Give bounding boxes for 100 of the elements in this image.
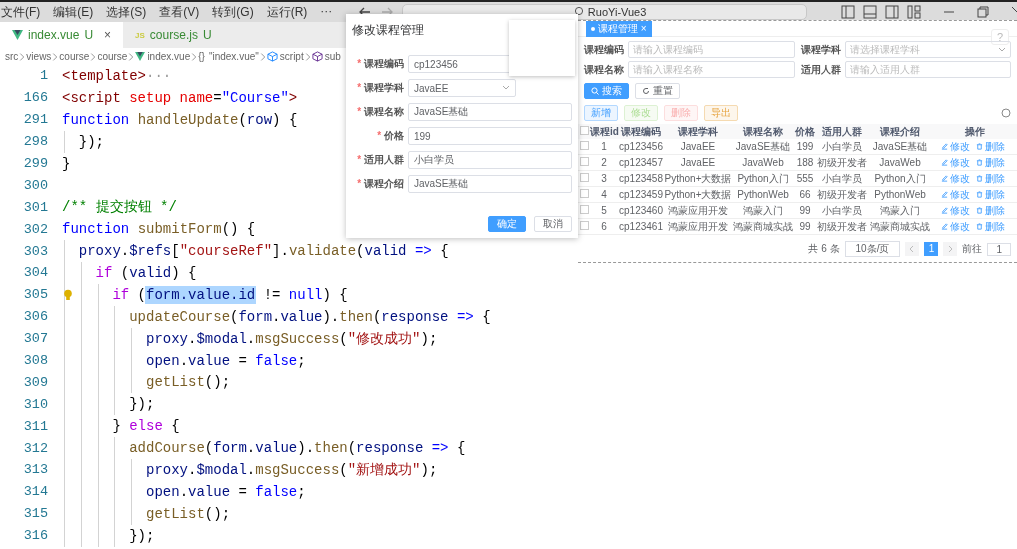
trash-icon: [975, 175, 983, 182]
cancel-button[interactable]: 取消: [534, 216, 572, 232]
trash-icon: [975, 223, 983, 230]
reset-button[interactable]: 重置: [635, 83, 680, 99]
code-line: <script setup name="Course">: [62, 89, 298, 106]
checkbox[interactable]: [579, 205, 589, 214]
menu-item[interactable]: 运行(R): [266, 3, 308, 21]
field-label: * 课程介绍: [356, 177, 404, 191]
checkbox[interactable]: [579, 141, 589, 150]
breadcrumb-item[interactable]: script: [266, 51, 304, 62]
line-number: 291: [22, 112, 48, 128]
table-cell: 鸿蒙应用开发: [664, 218, 732, 235]
code-line: getList();: [145, 374, 231, 391]
menu-item[interactable]: ···: [320, 3, 333, 21]
input-field[interactable]: JavaSE基础: [408, 103, 572, 121]
table-cell: 初级开发者: [816, 154, 868, 171]
table-cell: 鸿蒙入门: [732, 202, 794, 219]
menu-item[interactable]: 编辑(E): [53, 3, 94, 21]
dropdown-panel: [509, 20, 575, 76]
table-cell: JavaWeb: [732, 154, 794, 171]
input-field[interactable]: 199: [408, 127, 572, 145]
table-cell: 188: [794, 154, 816, 171]
table-cell: JavaSE基础: [868, 139, 932, 155]
breadcrumb-item[interactable]: {} "index.vue": [198, 51, 259, 62]
table-cell: Python入门: [868, 170, 932, 187]
checkbox[interactable]: [579, 189, 589, 198]
line-number: 313: [22, 462, 48, 478]
table-cell: cp123458: [618, 170, 664, 187]
table-cell: JavaEE: [664, 139, 732, 155]
table-cell: 555: [794, 170, 816, 187]
code-line: open.value = false;: [145, 483, 306, 500]
trash-icon: [975, 143, 983, 150]
table-cell: cp123459: [618, 186, 664, 203]
table-cell: 99: [794, 202, 816, 219]
breadcrumb-item[interactable]: sub: [311, 51, 341, 62]
table-cell: 1: [590, 139, 618, 155]
column-header: 课程id: [590, 124, 618, 139]
chevron-icon: [191, 51, 198, 62]
search-icon: [591, 87, 599, 95]
table-cell: 鸿蒙入门: [868, 202, 932, 219]
panel-layout-icon[interactable]: [863, 5, 877, 19]
sidebar-layout-icon[interactable]: [841, 5, 855, 19]
line-number: 307: [22, 331, 48, 347]
chevron-icon: [19, 51, 26, 62]
next-page-icon[interactable]: [943, 242, 958, 256]
table-cell: PythonWeb: [868, 186, 932, 203]
field-label: * 价格: [376, 129, 404, 143]
chevron-icon: [304, 51, 311, 62]
line-number: 314: [22, 484, 48, 500]
table-cell: 小白学员: [816, 139, 868, 155]
table-cell: JavaWeb: [868, 154, 932, 171]
page-size-select[interactable]: 10条/页: [844, 241, 901, 257]
table-cell: Python+大数据: [664, 170, 732, 187]
field-label: * 适用人群: [356, 153, 404, 167]
cube-icon: [266, 51, 278, 62]
maximize-icon[interactable]: [977, 6, 989, 18]
lightbulb-icon[interactable]: [63, 288, 73, 301]
menu-item[interactable]: 转到(G): [212, 3, 254, 21]
tab-close-button[interactable]: ×: [104, 28, 112, 42]
table-cell: 小白学员: [816, 202, 868, 219]
customize-layout-icon[interactable]: [907, 5, 921, 19]
menu-item[interactable]: 查看(V): [159, 3, 200, 21]
prev-page-icon[interactable]: [905, 242, 920, 256]
vue-file-icon: [135, 52, 146, 61]
breadcrumb-item[interactable]: src: [5, 51, 19, 62]
code-line: <template>···: [62, 67, 172, 84]
editor-tab[interactable]: index.vue U ×: [0, 22, 124, 48]
line-number: 301: [22, 199, 48, 215]
breadcrumb-item[interactable]: course: [97, 51, 128, 62]
checkbox[interactable]: [579, 221, 589, 230]
code-line: updateCourse(form.value).then(response => {: [128, 308, 491, 325]
select-field[interactable]: JavaEE: [408, 79, 516, 97]
code-line: proxy.$modal.msgSuccess("新增成功");: [145, 460, 438, 479]
checkbox[interactable]: [579, 173, 589, 182]
input-field[interactable]: JavaSE基础: [408, 175, 572, 193]
line-number: 308: [22, 353, 48, 368]
menu-item[interactable]: 文件(F): [1, 3, 41, 21]
trash-icon: [975, 207, 983, 214]
menu-item[interactable]: 选择(S): [106, 3, 147, 21]
table-cell: JavaSE基础: [732, 139, 794, 155]
breadcrumb-item[interactable]: views: [26, 51, 52, 62]
code-line: open.value = false;: [145, 352, 306, 369]
table-cell: 初级开发者: [816, 186, 868, 203]
code-line: }: [62, 155, 71, 172]
secondary-sidebar-icon[interactable]: [885, 5, 899, 19]
checkbox[interactable]: [579, 157, 589, 166]
table-cell: 2: [590, 154, 618, 171]
checkbox[interactable]: [579, 126, 589, 135]
table-cell: 3: [590, 170, 618, 187]
breadcrumb-item[interactable]: course: [59, 51, 90, 62]
goto-page-field[interactable]: 1: [987, 242, 1011, 256]
line-number: 305: [22, 287, 48, 303]
table-cell: cp123456: [618, 139, 664, 155]
input-field[interactable]: 小白学员: [408, 151, 572, 169]
table-cell: Python入门: [732, 170, 794, 187]
field-label: 课程编码: [584, 42, 624, 57]
line-number: 310: [22, 396, 48, 412]
line-number: 316: [22, 528, 48, 544]
git-status-letter: U: [84, 28, 94, 42]
breadcrumb-item[interactable]: index.vue: [135, 51, 191, 62]
